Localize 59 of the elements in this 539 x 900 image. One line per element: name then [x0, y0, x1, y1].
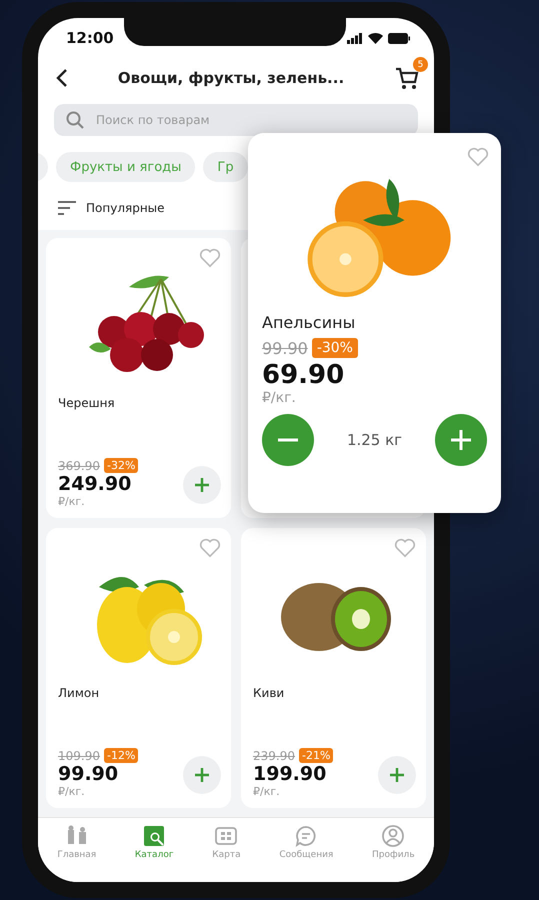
- signal-icon: [347, 32, 363, 44]
- price-unit: ₽/кг.: [58, 495, 85, 508]
- nav-tab[interactable]: Каталог: [134, 818, 174, 874]
- category-chip[interactable]: Фрукты и ягоды: [56, 152, 196, 182]
- status-time: 12:00: [66, 29, 114, 47]
- cart-icon[interactable]: [394, 65, 420, 91]
- discount-badge: -12%: [104, 748, 138, 763]
- add-button[interactable]: [378, 756, 416, 794]
- product-price: 99.90: [58, 763, 118, 785]
- product-name: Лимон: [58, 686, 100, 700]
- chat-icon: [294, 824, 318, 848]
- page-title: Овощи, фрукты, зелень...: [118, 69, 344, 87]
- add-button[interactable]: [183, 466, 221, 504]
- product-card[interactable]: Киви 239.90 -21% 199.90 ₽/кг.: [241, 528, 426, 808]
- search-field[interactable]: Поиск по товарам: [54, 104, 418, 136]
- decrease-button[interactable]: [262, 414, 314, 466]
- quantity-value: 1.25 кг: [346, 431, 402, 449]
- discount-badge: -21%: [299, 748, 334, 763]
- product-card[interactable]: Черешня 369.90 -32% 249.90 ₽/кг.: [46, 238, 231, 518]
- product-name: Черешня: [58, 396, 115, 410]
- catalog-icon: [142, 824, 166, 848]
- back-icon[interactable]: [56, 68, 68, 88]
- heart-icon[interactable]: [467, 147, 489, 167]
- price-unit: ₽/кг.: [58, 785, 85, 798]
- plus-icon: [450, 430, 471, 450]
- minus-icon: [278, 438, 298, 442]
- old-price: 239.90: [253, 748, 295, 762]
- cart-badge: 5: [413, 57, 428, 72]
- product-name: Апельсины: [262, 313, 356, 332]
- add-button[interactable]: [183, 756, 221, 794]
- heart-icon[interactable]: [199, 538, 221, 558]
- old-price: 369.90: [58, 458, 100, 472]
- discount-badge: -32%: [104, 458, 138, 473]
- price-unit: ₽/кг.: [262, 390, 296, 406]
- sort-icon[interactable]: [58, 201, 76, 215]
- product-name: Киви: [253, 686, 284, 700]
- nav-tab[interactable]: Главная: [57, 818, 96, 874]
- product-price: 199.90: [253, 763, 326, 785]
- plus-icon: [194, 767, 210, 783]
- heart-icon[interactable]: [394, 538, 416, 558]
- nav-tab[interactable]: Профиль: [372, 818, 415, 874]
- nav-tab[interactable]: Карта: [212, 818, 241, 874]
- product-price: 69.90: [262, 360, 344, 390]
- map-icon: [214, 824, 238, 848]
- heart-icon[interactable]: [199, 248, 221, 268]
- product-card[interactable]: Лимон 109.90 -12% 99.90 ₽/кг.: [46, 528, 231, 808]
- nav-tab[interactable]: Сообщения: [279, 818, 334, 874]
- old-price: 99.90: [262, 338, 308, 358]
- sort-label[interactable]: Популярные: [86, 201, 165, 215]
- old-price: 109.90: [58, 748, 100, 762]
- product-price: 249.90: [58, 473, 132, 495]
- battery-icon: [388, 32, 410, 44]
- discount-badge: -30%: [312, 338, 358, 358]
- wifi-icon: [368, 32, 383, 44]
- category-chip[interactable]: Гр: [203, 152, 248, 182]
- price-unit: ₽/кг.: [253, 785, 280, 798]
- plus-icon: [194, 477, 210, 493]
- profile-icon: [381, 824, 406, 848]
- plus-icon: [389, 767, 405, 783]
